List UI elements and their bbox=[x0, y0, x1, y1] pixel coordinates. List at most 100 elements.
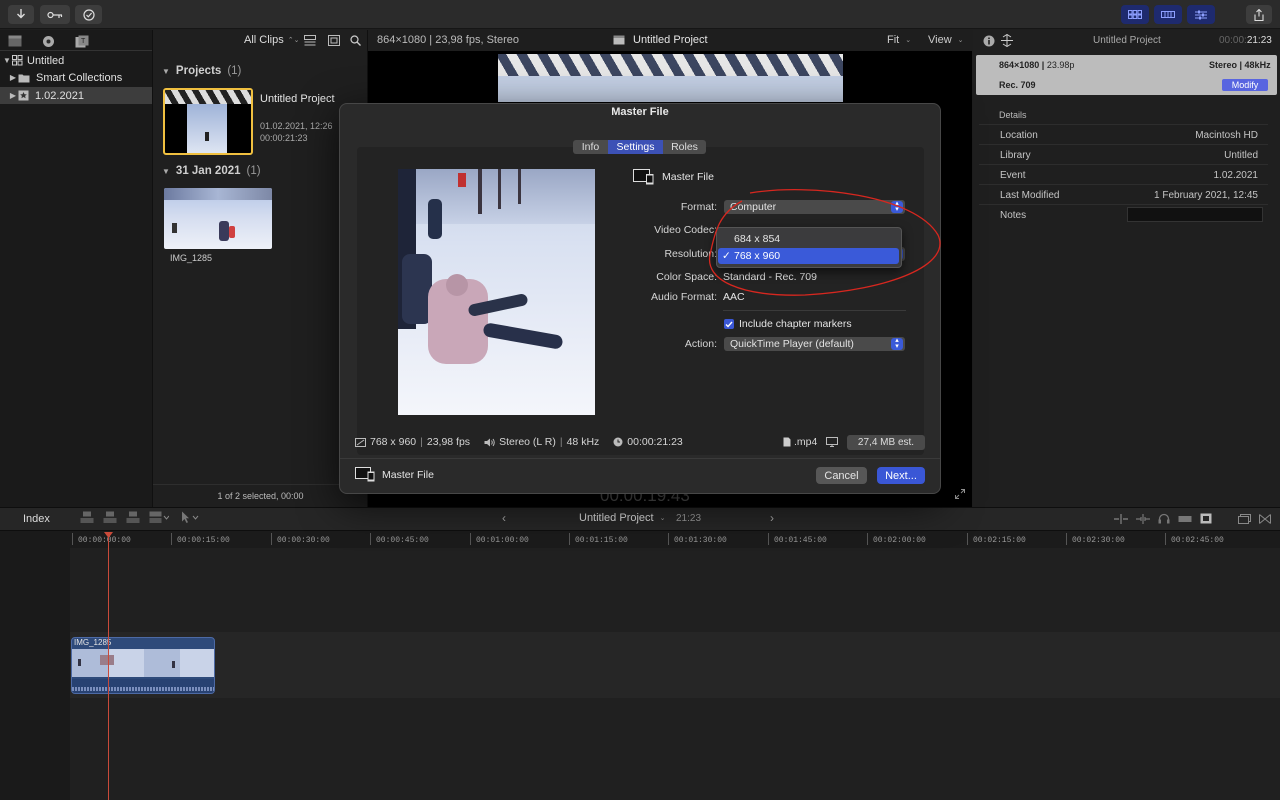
modify-button[interactable]: Modify bbox=[1222, 79, 1268, 91]
chapter-markers-checkbox[interactable] bbox=[724, 319, 734, 329]
ruler-tick-mark bbox=[1165, 533, 1166, 545]
ruler-tick-mark bbox=[867, 533, 868, 545]
project-thumbnail-image bbox=[187, 104, 227, 153]
timeline-right-tools bbox=[1114, 513, 1271, 524]
grid-icon bbox=[1128, 10, 1142, 19]
search-icon[interactable] bbox=[350, 35, 361, 46]
share-settings-icon[interactable] bbox=[1000, 34, 1014, 47]
timeline-layout-button[interactable] bbox=[1154, 5, 1182, 24]
background-tasks-button[interactable] bbox=[75, 5, 102, 24]
estimated-size: 27,4 MB est. bbox=[847, 435, 925, 450]
clip-filter-label: All Clips bbox=[244, 34, 284, 46]
svg-text:T: T bbox=[81, 38, 86, 45]
solo-icon[interactable] bbox=[1178, 514, 1192, 524]
library-item-event[interactable]: ▶ 1.02.2021 bbox=[0, 87, 152, 104]
filmstrip-view-icon[interactable] bbox=[328, 35, 340, 46]
index-button[interactable]: Index bbox=[23, 513, 50, 525]
event-star-icon bbox=[18, 90, 29, 101]
chapter-markers-option[interactable]: Include chapter markers bbox=[724, 318, 852, 330]
duration-dim: 00:00: bbox=[1219, 35, 1247, 46]
divider bbox=[340, 458, 940, 459]
clip-filter-popup[interactable]: All Clips ⌃⌄ bbox=[244, 34, 299, 46]
section-title: 31 Jan 2021 bbox=[175, 165, 241, 177]
separator: | bbox=[559, 436, 563, 448]
sliders-icon bbox=[1195, 10, 1207, 19]
share-button[interactable] bbox=[1246, 5, 1272, 24]
history-forward-icon[interactable]: › bbox=[770, 511, 774, 525]
viewer-zoom-popup[interactable]: Fit ⌄ bbox=[887, 34, 911, 47]
clip-appearance-icon[interactable] bbox=[304, 35, 316, 46]
import-button[interactable] bbox=[8, 5, 34, 24]
tab-info[interactable]: Info bbox=[573, 140, 608, 154]
projects-section-header[interactable]: ▼ Projects (1) bbox=[162, 65, 241, 77]
library-item-untitled[interactable]: ▼ Untitled bbox=[0, 52, 152, 69]
disclosure-down-icon[interactable]: ▼ bbox=[162, 67, 170, 76]
tab-settings[interactable]: Settings bbox=[608, 140, 663, 154]
colorspace-info: Rec. 709 bbox=[999, 80, 1036, 90]
snapping-icon[interactable] bbox=[1200, 513, 1212, 524]
audio-skimming-icon[interactable] bbox=[1136, 513, 1150, 524]
display-icon bbox=[826, 437, 838, 447]
detail-value: 1.02.2021 bbox=[1213, 169, 1259, 181]
key-icon bbox=[47, 11, 63, 18]
viewer-view-popup[interactable]: View ⌄ bbox=[928, 34, 964, 47]
inspector-layout-button[interactable] bbox=[1187, 5, 1215, 24]
clip-thumbnail[interactable] bbox=[164, 188, 272, 249]
append-clip-icon[interactable] bbox=[126, 511, 140, 524]
skimming-icon[interactable] bbox=[1114, 513, 1128, 524]
disclosure-right-icon[interactable]: ▶ bbox=[8, 73, 18, 82]
disclosure-down-icon[interactable]: ▼ bbox=[2, 56, 12, 65]
sidebar-tabs: T bbox=[8, 35, 89, 48]
viewer-title-group: Untitled Project bbox=[613, 34, 708, 46]
filmstrip-icon bbox=[1161, 11, 1175, 18]
playhead[interactable] bbox=[108, 532, 109, 800]
browser-status: 1 of 2 selected, 00:00 bbox=[153, 484, 368, 506]
library-item-smart-collections[interactable]: ▶ Smart Collections bbox=[0, 69, 152, 86]
disclosure-right-icon[interactable]: ▶ bbox=[8, 91, 18, 100]
effects-browser-icon[interactable] bbox=[1259, 513, 1271, 524]
clip-appearance-icon[interactable] bbox=[1238, 513, 1251, 524]
duration-value: 21:23 bbox=[1246, 35, 1272, 46]
disclosure-down-icon[interactable]: ▼ bbox=[162, 167, 170, 176]
speaker-icon bbox=[484, 438, 495, 446]
primary-storyline bbox=[70, 632, 1280, 698]
info-icon[interactable] bbox=[983, 35, 995, 47]
cancel-button[interactable]: Cancel bbox=[816, 467, 867, 484]
checkmark-circle-icon bbox=[82, 8, 95, 21]
action-popup[interactable]: QuickTime Player (default) ▴ ▾ bbox=[724, 337, 905, 351]
photos-audio-icon[interactable] bbox=[41, 35, 56, 48]
section-count: (1) bbox=[246, 165, 261, 177]
detail-value: Untitled bbox=[1224, 149, 1258, 161]
titles-generators-icon[interactable]: T bbox=[75, 35, 89, 48]
footer-destination-name: Master File bbox=[382, 468, 434, 481]
fullscreen-icon[interactable] bbox=[955, 489, 965, 499]
audio-info: Stereo | 48kHz bbox=[1209, 60, 1271, 70]
select-tool-icon[interactable] bbox=[178, 511, 200, 524]
overwrite-clip-icon[interactable] bbox=[149, 511, 169, 524]
project-thumbnail[interactable] bbox=[163, 88, 253, 155]
details-heading: Details bbox=[999, 110, 1027, 120]
ruler-tick-label: 00:01:45:00 bbox=[774, 536, 827, 545]
notes-field[interactable] bbox=[1127, 207, 1263, 222]
keywords-button[interactable] bbox=[40, 5, 70, 24]
library-clapper-icon[interactable] bbox=[8, 35, 22, 47]
audio-sample: 48kHz bbox=[1244, 60, 1271, 70]
insert-clip-icon[interactable] bbox=[103, 511, 117, 524]
timeline-left-gutter bbox=[0, 531, 70, 800]
separator: | bbox=[420, 436, 423, 448]
library-item-label: 1.02.2021 bbox=[35, 89, 84, 102]
ruler-tick-label: 00:00:45:00 bbox=[376, 536, 429, 545]
timeline-project-popup[interactable]: Untitled Project ⌄ bbox=[579, 512, 665, 524]
timeline-clip[interactable]: IMG_1285 bbox=[71, 637, 215, 694]
event-date-section-header[interactable]: ▼ 31 Jan 2021 (1) bbox=[162, 165, 261, 177]
timeline-duration: 21:23 bbox=[676, 513, 702, 524]
headphones-icon[interactable] bbox=[1158, 513, 1170, 524]
detail-label: Library bbox=[1000, 149, 1031, 161]
connect-clip-icon[interactable] bbox=[80, 511, 94, 524]
history-back-icon[interactable]: ‹ bbox=[502, 511, 506, 525]
ruler-tick-mark bbox=[1066, 533, 1067, 545]
ruler-tick-mark bbox=[569, 533, 570, 545]
next-button[interactable]: Next... bbox=[877, 467, 925, 484]
library-layout-button[interactable] bbox=[1121, 5, 1149, 24]
tab-roles[interactable]: Roles bbox=[663, 140, 706, 154]
